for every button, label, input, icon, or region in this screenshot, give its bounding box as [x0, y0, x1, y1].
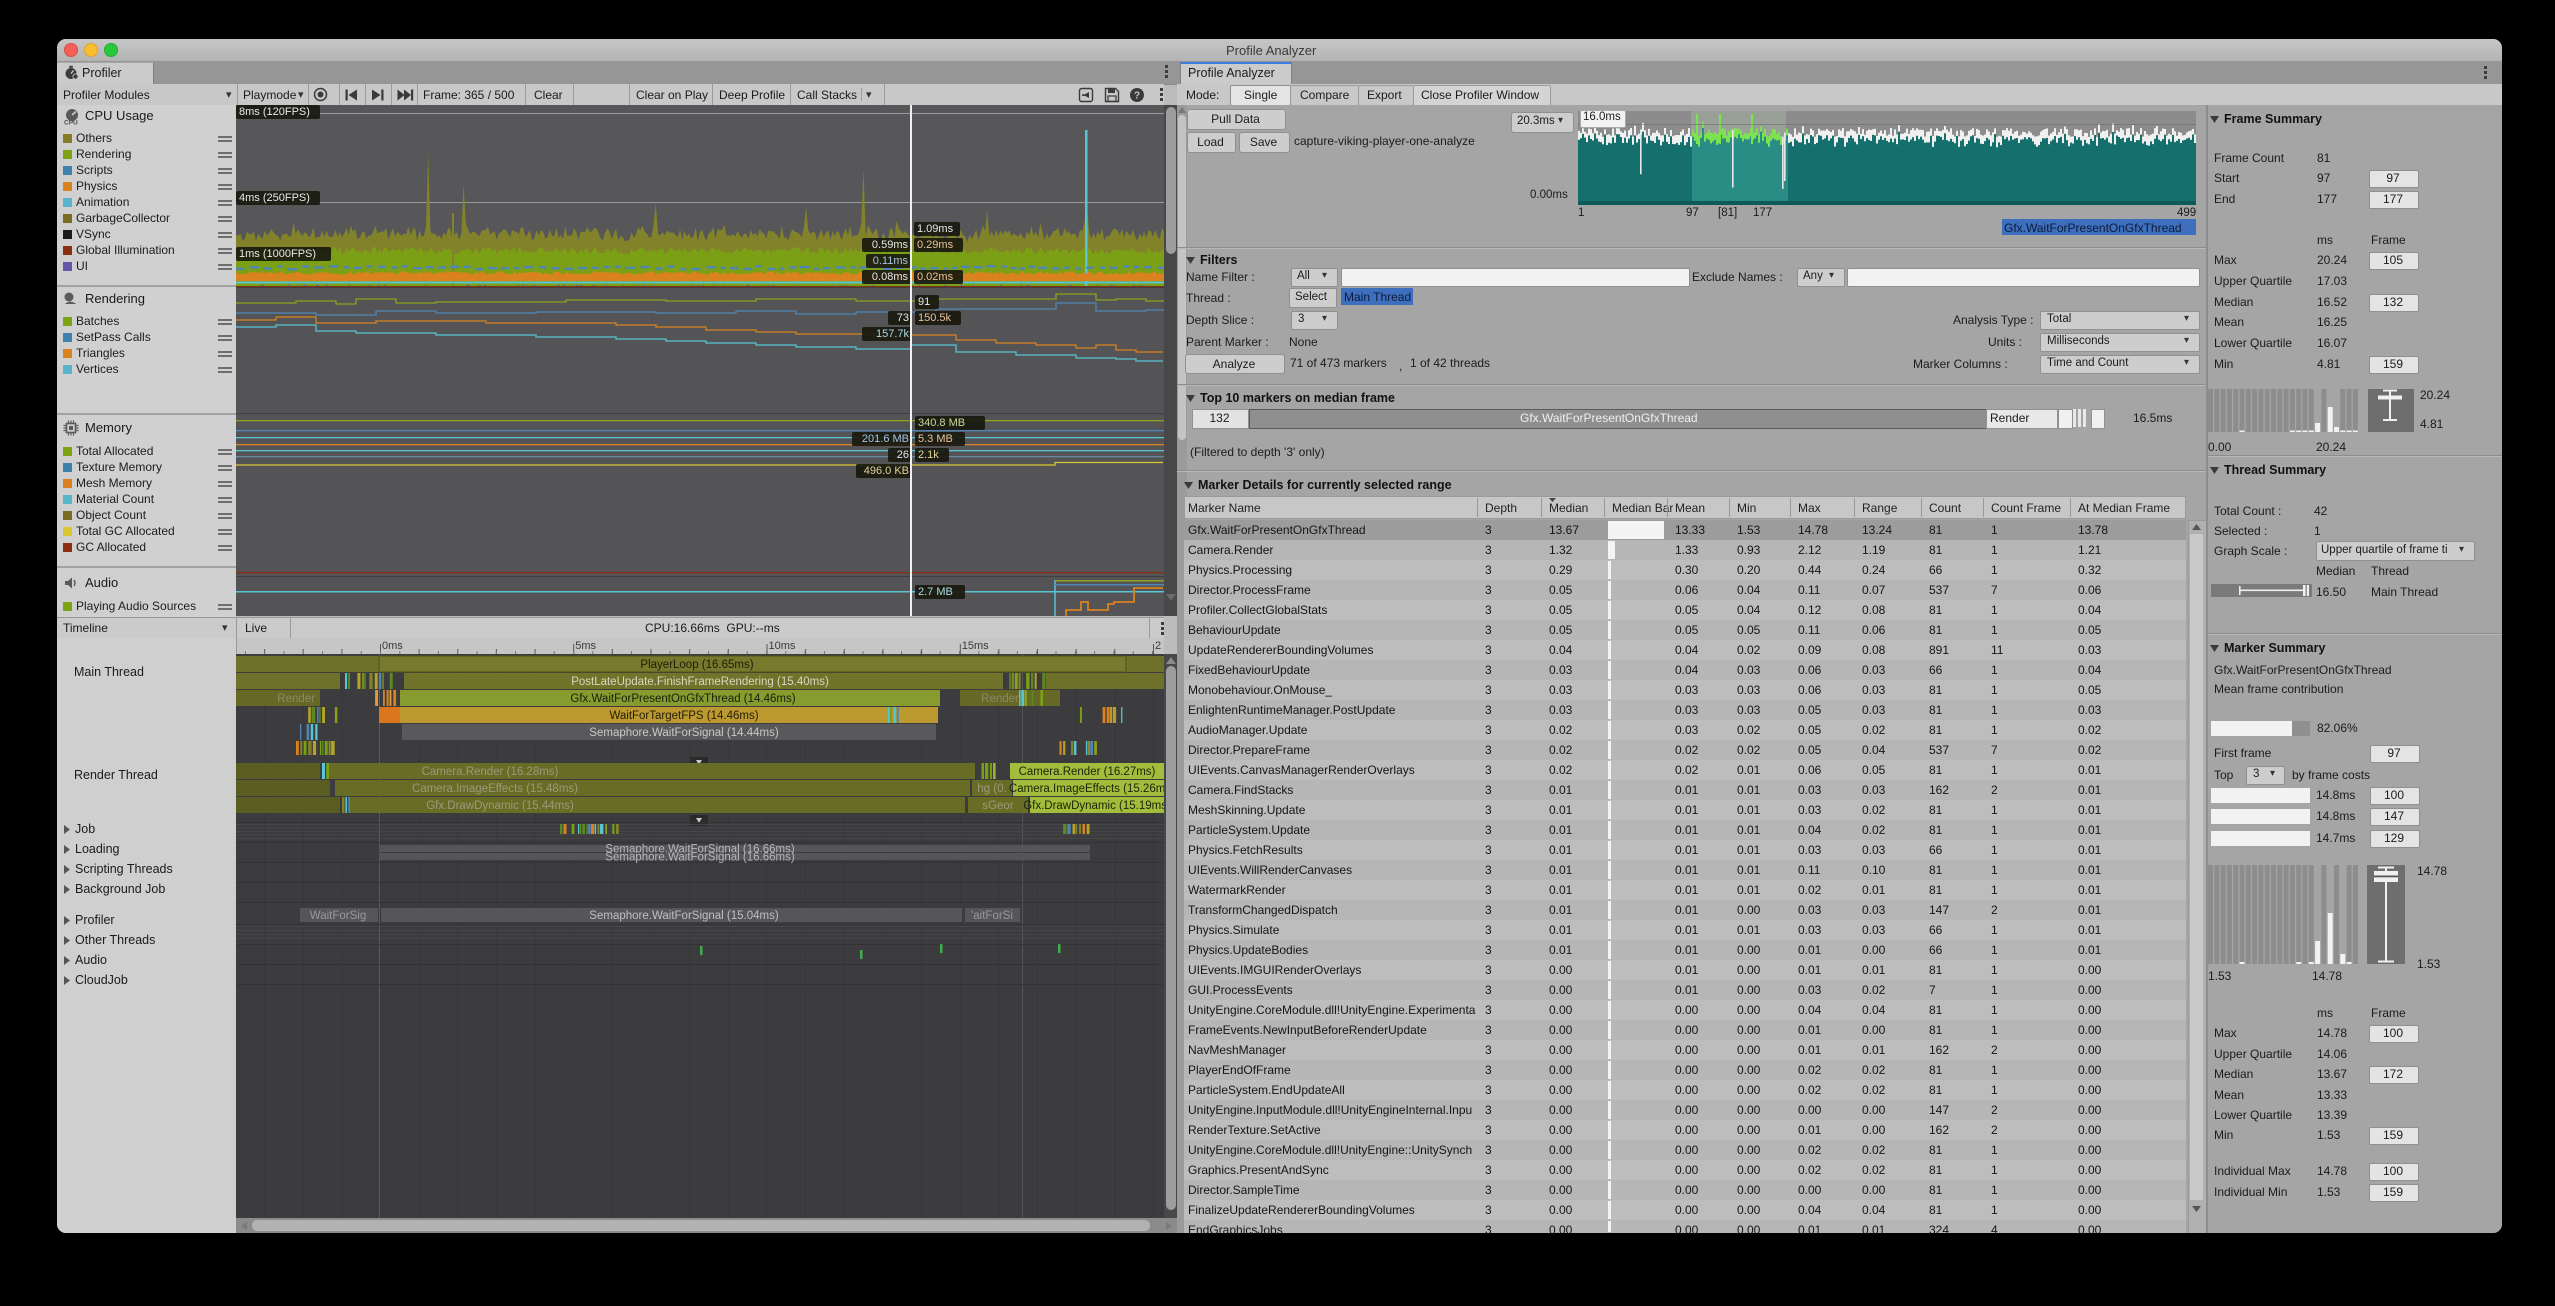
svg-text:Render: Render — [277, 693, 315, 705]
svg-text:Render: Render — [981, 693, 1019, 705]
svg-text:Semaphore.WaitForSignal (16.66: Semaphore.WaitForSignal (16.66ms) — [605, 852, 795, 864]
svg-text:Camera.Render (16.27ms): Camera.Render (16.27ms) — [1019, 766, 1156, 778]
svg-text:PlayerLoop (16.65ms): PlayerLoop (16.65ms) — [640, 659, 753, 671]
svg-text:Semaphore.WaitForSignal (15.04: Semaphore.WaitForSignal (15.04ms) — [589, 910, 779, 922]
svg-text:PostLateUpdate.FinishFrameRend: PostLateUpdate.FinishFrameRendering (15.… — [571, 676, 829, 688]
svg-text:Camera.ImageEffects (15.48ms): Camera.ImageEffects (15.48ms) — [412, 783, 578, 795]
svg-text:Camera.Render (16.28ms): Camera.Render (16.28ms) — [422, 766, 559, 778]
svg-text:Semaphore.WaitForSignal (14.44: Semaphore.WaitForSignal (14.44ms) — [589, 727, 779, 739]
svg-text:WaitForSig: WaitForSig — [310, 910, 366, 922]
svg-text:Gfx.WaitForPresentOnGfxThread: Gfx.WaitForPresentOnGfxThread (14.46ms) — [570, 693, 795, 705]
svg-text:'aitForSi: 'aitForSi — [971, 910, 1013, 922]
svg-text:Camera.ImageEffects (15.26ms: Camera.ImageEffects (15.26ms — [1009, 783, 1164, 795]
svg-text:CPU: CPU — [64, 120, 78, 126]
svg-text:Gfx.DrawDynamic (15.19ms): Gfx.DrawDynamic (15.19ms) — [1023, 800, 1164, 812]
svg-text:hg (0.: hg (0. — [977, 783, 1006, 795]
svg-text:WaitForTargetFPS (14.46ms): WaitForTargetFPS (14.46ms) — [609, 710, 758, 722]
svg-text:sGeor: sGeor — [982, 800, 1013, 812]
svg-text:Gfx.DrawDynamic (15.44ms): Gfx.DrawDynamic (15.44ms) — [426, 800, 574, 812]
svg-text:?: ? — [1134, 91, 1140, 102]
